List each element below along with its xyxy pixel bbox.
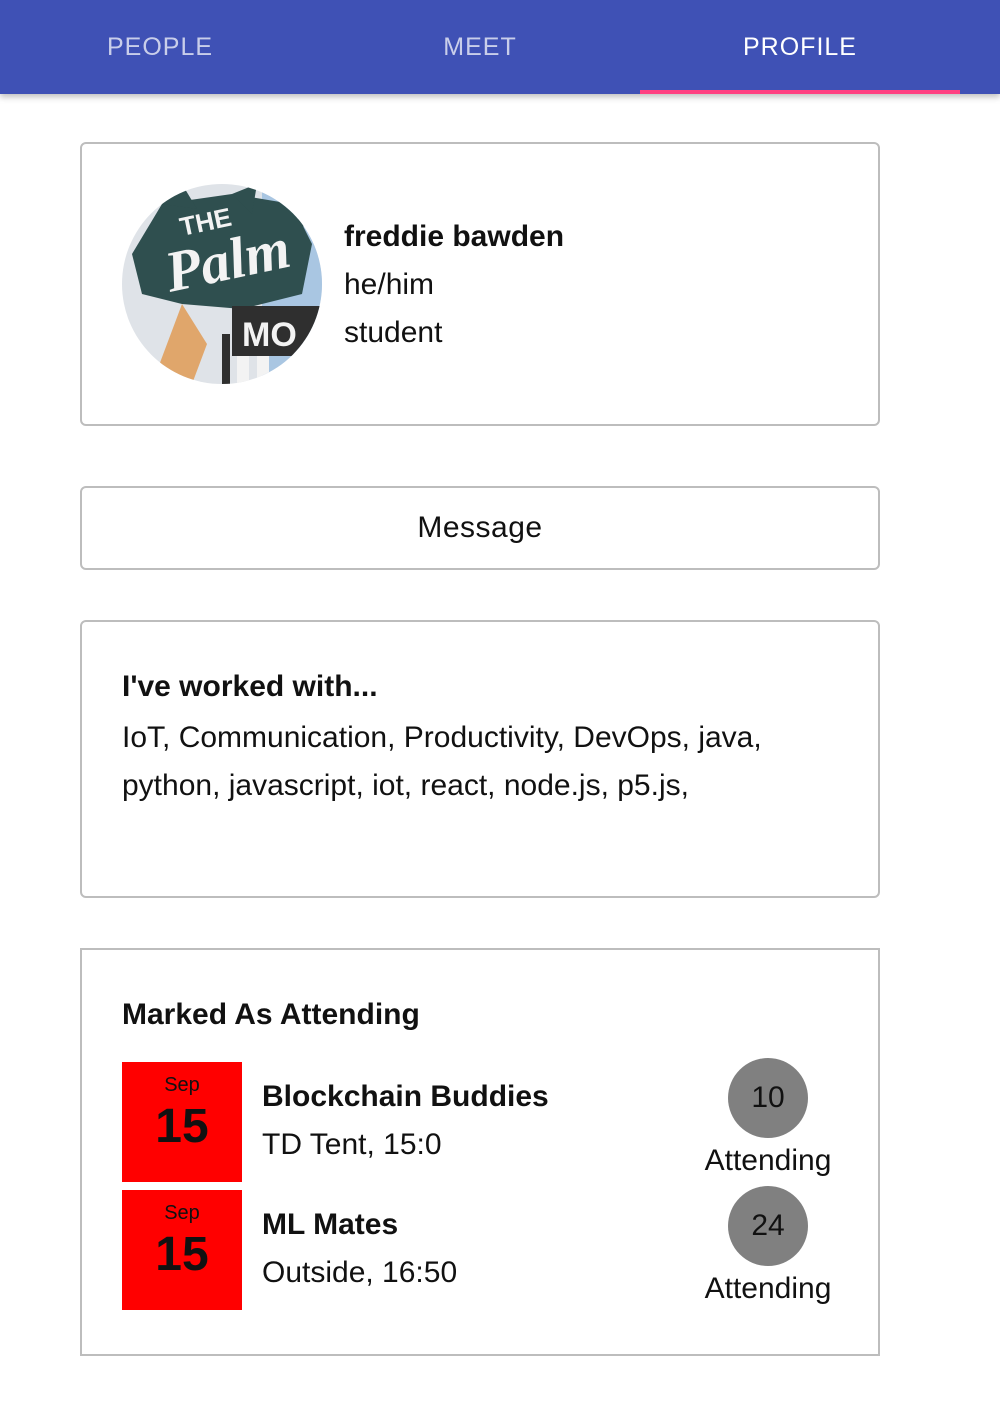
tab-bar: PEOPLE MEET PROFILE <box>0 0 1000 94</box>
event-day: 15 <box>155 1100 209 1153</box>
attending-card: Marked As Attending Sep 15 Blockchain Bu… <box>80 948 880 1356</box>
event-item[interactable]: Sep 15 ML Mates Outside, 16:50 24 Attend… <box>122 1186 842 1310</box>
event-date-box: Sep 15 <box>122 1190 242 1310</box>
message-button[interactable]: Message <box>80 486 880 570</box>
attending-label: Attending <box>704 1272 832 1305</box>
svg-text:MO: MO <box>242 316 297 354</box>
event-day: 15 <box>155 1228 209 1281</box>
event-location-time: TD Tent, 15:0 <box>262 1128 442 1161</box>
attending-label: Attending <box>704 1144 832 1177</box>
event-name: Blockchain Buddies <box>262 1080 549 1113</box>
event-location-time: Outside, 16:50 <box>262 1256 458 1289</box>
attending-count-badge: 24 <box>728 1186 808 1266</box>
avatar[interactable]: THE Palm MO <box>122 184 322 384</box>
profile-name: freddie bawden <box>344 220 565 253</box>
event-item[interactable]: Sep 15 Blockchain Buddies TD Tent, 15:0 … <box>122 1058 842 1182</box>
profile-pronouns: he/him <box>344 268 435 301</box>
skills-card: I've worked with... IoT, Communication, … <box>80 620 880 898</box>
profile-card: THE Palm MO freddie bawden he/him studen… <box>80 142 880 426</box>
event-date-box: Sep 15 <box>122 1062 242 1182</box>
tab-profile[interactable]: PROFILE <box>640 0 960 94</box>
profile-photo-icon: THE Palm MO <box>122 184 322 384</box>
attending-title: Marked As Attending <box>122 998 420 1031</box>
skills-title: I've worked with... <box>122 670 378 703</box>
skills-list: IoT, Communication, Productivity, DevOps… <box>122 721 762 802</box>
event-month: Sep <box>164 1074 200 1096</box>
tab-meet[interactable]: MEET <box>320 0 640 94</box>
tab-people[interactable]: PEOPLE <box>0 0 320 94</box>
profile-role: student <box>344 316 443 349</box>
event-name: ML Mates <box>262 1208 399 1241</box>
event-month: Sep <box>164 1202 200 1224</box>
attending-count-badge: 10 <box>728 1058 808 1138</box>
